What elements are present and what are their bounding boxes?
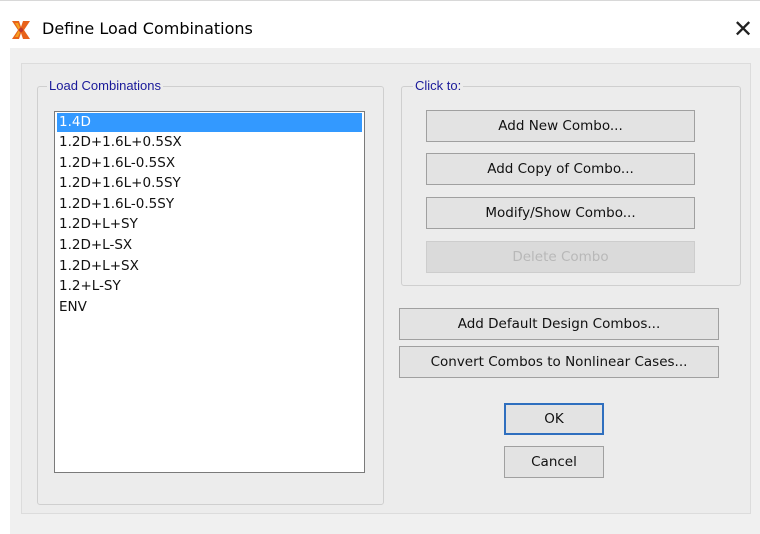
add-copy-of-combo-button[interactable]: Add Copy of Combo... [426,153,695,185]
click-to-group: Click to: Add New Combo... Add Copy of C… [401,78,741,286]
cancel-button[interactable]: Cancel [504,446,604,478]
add-default-design-combos-button[interactable]: Add Default Design Combos... [399,308,719,340]
list-item[interactable]: 1.4D [57,113,362,132]
list-item[interactable]: 1.2D+1.6L-0.5SX [55,153,364,174]
ok-button[interactable]: OK [504,403,604,435]
modify-show-combo-button[interactable]: Modify/Show Combo... [426,197,695,229]
list-item[interactable]: 1.2+L-SY [55,276,364,297]
dialog-client-area: Load Combinations 1.4D 1.2D+1.6L+0.5SX 1.2… [10,48,760,534]
list-item[interactable]: 1.2D+1.6L+0.5SX [55,132,364,153]
list-item[interactable]: 1.2D+L+SX [55,256,364,277]
etabs-app-icon [12,21,30,39]
add-new-combo-button[interactable]: Add New Combo... [426,110,695,142]
list-item[interactable]: 1.2D+1.6L+0.5SY [55,173,364,194]
list-item[interactable]: 1.2D+L-SX [55,235,364,256]
load-combinations-list[interactable]: 1.4D 1.2D+1.6L+0.5SX 1.2D+1.6L-0.5SX 1.2D+1… [54,111,365,473]
title-bar: Define Load Combinations ✕ [0,0,760,48]
click-to-label: Click to: [413,78,464,93]
list-item[interactable]: 1.2D+L+SY [55,214,364,235]
dialog-panel: Load Combinations 1.4D 1.2D+1.6L+0.5SX 1.2… [21,63,751,514]
list-item[interactable]: 1.2D+1.6L-0.5SY [55,194,364,215]
load-combinations-group: Load Combinations 1.4D 1.2D+1.6L+0.5SX 1.2… [37,78,384,505]
close-icon: ✕ [732,15,754,43]
delete-combo-button[interactable]: Delete Combo [426,241,695,273]
list-item[interactable]: ENV [55,297,364,318]
close-button[interactable]: ✕ [726,13,760,45]
window-title: Define Load Combinations [42,19,253,38]
convert-combos-button[interactable]: Convert Combos to Nonlinear Cases... [399,346,719,378]
load-combinations-label: Load Combinations [47,78,164,93]
